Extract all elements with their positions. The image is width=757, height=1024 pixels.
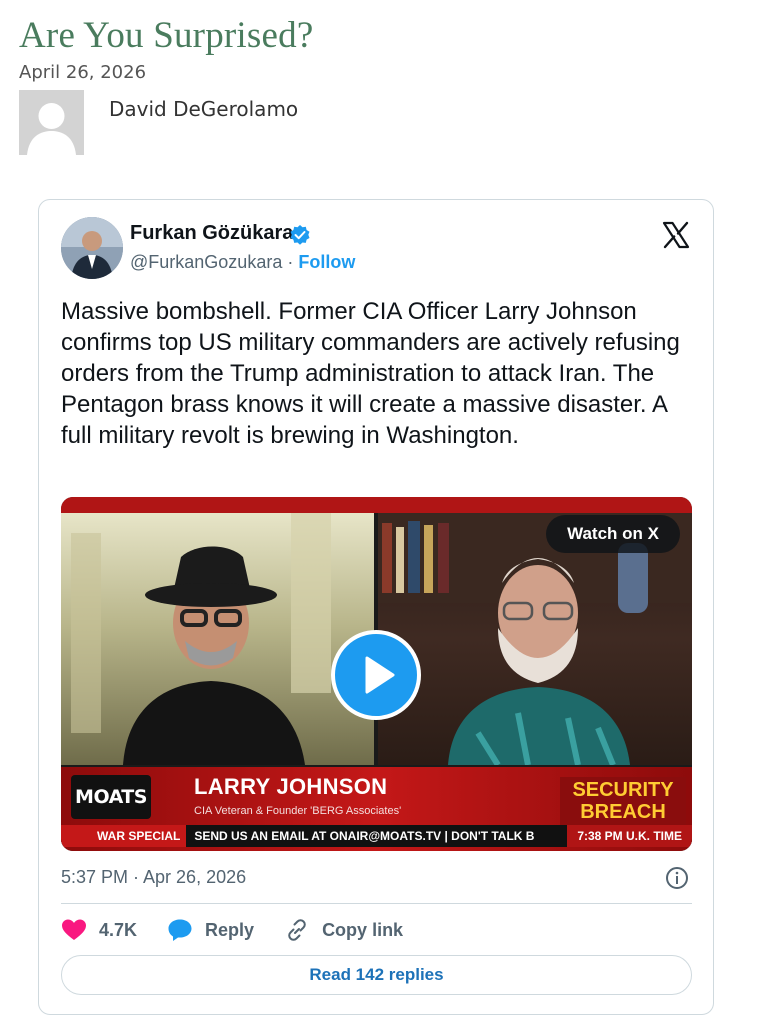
security-breach-badge: SECURITY BREACH — [560, 777, 686, 825]
profile-photo-icon — [61, 217, 123, 279]
news-ticker: WAR SPECIAL SEND US AN EMAIL AT ONAIR@MOA… — [61, 825, 692, 847]
copy-link-button[interactable]: Copy link — [284, 918, 403, 942]
host-figure-icon — [71, 513, 331, 765]
heart-icon — [62, 919, 86, 940]
tweet-author-name[interactable]: Furkan Gözükara — [130, 222, 293, 245]
copy-link-label: Copy link — [322, 919, 404, 940]
watch-on-x-button[interactable]: Watch on X — [546, 515, 680, 553]
default-avatar-icon — [19, 90, 84, 155]
video-top-banner — [61, 497, 692, 513]
author-avatar — [19, 90, 84, 155]
post-date: April 26, 2026 — [19, 62, 147, 83]
like-count: 4.7K — [99, 919, 138, 940]
tweet-handle-line: @FurkanGozukara · Follow — [130, 252, 355, 273]
link-icon — [288, 919, 306, 941]
post-title: Are You Surprised? — [19, 15, 314, 56]
reply-button[interactable]: Reply — [167, 918, 254, 942]
x-logo-icon[interactable] — [661, 220, 691, 250]
follow-button[interactable]: Follow — [298, 252, 355, 272]
lower-third-subtitle: CIA Veteran & Founder 'BERG Associates' — [194, 805, 402, 817]
tweet-text: Massive bombshell. Former CIA Officer La… — [61, 298, 680, 449]
divider — [61, 903, 692, 904]
ticker-tag: WAR SPECIAL — [61, 825, 187, 847]
info-icon[interactable] — [665, 866, 689, 890]
embedded-tweet: Furkan Gözükara @FurkanGozukara · Follow… — [38, 199, 714, 1015]
like-button[interactable]: 4.7K — [61, 918, 137, 942]
play-button[interactable] — [331, 630, 421, 720]
play-icon — [365, 656, 395, 694]
ticker-text: SEND US AN EMAIL AT ONAIR@MOATS.TV | DON… — [194, 829, 535, 843]
video-player[interactable]: Watch on X MOATS LARRY JOHNSON CIA Veter… — [61, 497, 692, 851]
tweet-handle[interactable]: @FurkanGozukara — [130, 252, 282, 272]
reply-label: Reply — [205, 919, 255, 940]
verified-badge-icon — [290, 225, 310, 245]
lower-third-name: LARRY JOHNSON — [194, 774, 388, 799]
ticker-clock: 7:38 PM U.K. TIME — [567, 825, 692, 847]
read-replies-button[interactable]: Read 142 replies — [61, 955, 692, 995]
moats-logo: MOATS — [71, 775, 151, 819]
tweet-author-avatar[interactable] — [61, 217, 123, 279]
tweet-timestamp[interactable]: 5:37 PM · Apr 26, 2026 — [61, 867, 246, 888]
tweet-actions: 4.7K Reply Copy link — [61, 917, 433, 943]
video-frame-left — [61, 513, 374, 765]
handle-separator: · — [282, 252, 299, 272]
breach-line-1: SECURITY — [572, 779, 674, 801]
post-author[interactable]: David DeGerolamo — [109, 97, 298, 121]
breach-line-2: BREACH — [580, 801, 666, 823]
reply-bubble-icon — [168, 919, 192, 941]
